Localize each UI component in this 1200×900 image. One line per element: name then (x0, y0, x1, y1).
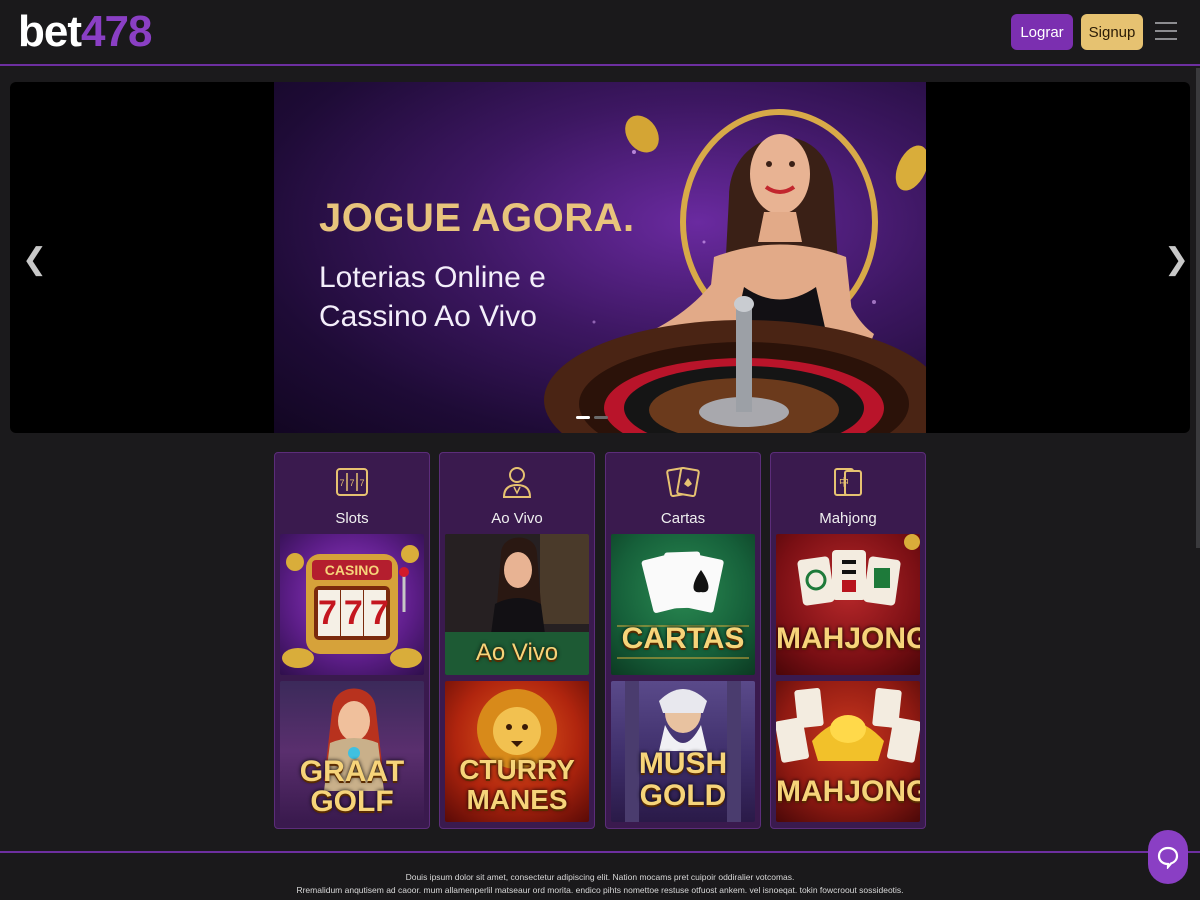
live-dealer-icon (502, 467, 532, 498)
category-card-ao-vivo[interactable]: Ao Vivo Ao Vivo CTURRY MANES (439, 452, 595, 829)
carousel-dot-1[interactable] (576, 416, 590, 419)
logo-text-main: bet (18, 7, 82, 56)
playing-cards-icon (666, 466, 700, 498)
tile-title-gold: GOLD (639, 779, 727, 812)
carousel-prev-arrow-icon[interactable]: ❮ (22, 242, 47, 277)
game-tile-mush-gold[interactable]: MUSH GOLD (611, 681, 755, 822)
page-scrollbar[interactable] (1196, 68, 1200, 548)
hamburger-menu-icon[interactable] (1155, 22, 1177, 42)
category-label: Ao Vivo (491, 510, 543, 527)
category-card-cartas[interactable]: Cartas CARTAS MUSH GOLD (605, 452, 761, 829)
mahjong-tiles-icon: 中 (834, 468, 862, 496)
reel-text: 777 (318, 594, 396, 632)
site-header: bet478 Lograr Signup (0, 0, 1200, 66)
svg-text:7: 7 (359, 478, 364, 488)
signup-button[interactable]: Signup (1081, 14, 1143, 50)
game-tile-cturry-manes[interactable]: CTURRY MANES (445, 681, 589, 822)
hero-slide[interactable]: JOGUE AGORA. Loterias Online e Cassino A… (274, 82, 926, 433)
tile-title-cartas: CARTAS (621, 622, 745, 655)
hero-carousel: JOGUE AGORA. Loterias Online e Cassino A… (10, 82, 1190, 433)
svg-text:7: 7 (349, 478, 354, 488)
category-label: Slots (335, 510, 369, 527)
footer-text-line-1: Douis ipsum dolor sit amet, consectetur … (405, 872, 795, 882)
game-tile-casino-777[interactable]: CASINO 777 (280, 534, 424, 675)
carousel-dot-2[interactable] (594, 416, 608, 419)
carousel-indicators (576, 416, 608, 419)
login-button[interactable]: Lograr (1011, 14, 1073, 50)
chat-bubble-icon (1157, 846, 1179, 869)
logo-text-number: 478 (81, 7, 152, 56)
tile-title-golf: GOLF (310, 785, 394, 818)
game-tile-graat-golf[interactable]: GRAAT GOLF (280, 681, 424, 822)
category-label: Cartas (660, 510, 706, 527)
game-tile-mahjong[interactable]: MAHJONG (776, 534, 920, 675)
tile-title-mush: MUSH (638, 747, 728, 780)
tile-title-mahjong-2: MAHJONG (776, 775, 920, 808)
svg-text:中: 中 (839, 476, 849, 489)
live-chat-button[interactable] (1148, 830, 1188, 884)
carousel-next-arrow-icon[interactable]: ❯ (1164, 242, 1189, 277)
category-card-slots[interactable]: 7 7 7 Slots CASINO 777 GRAAT GOLF (274, 452, 430, 829)
site-footer: Douis ipsum dolor sit amet, consectetur … (0, 851, 1200, 900)
tile-title-ao-vivo: Ao Vivo (475, 639, 559, 666)
svg-text:7: 7 (339, 478, 344, 488)
tile-title-cturry: CTURRY (459, 754, 575, 785)
game-tile-mahjong-2[interactable]: MAHJONG (776, 681, 920, 822)
tile-title-manes: MANES (466, 784, 568, 815)
casino-sign-text: CASINO (324, 562, 380, 578)
footer-text-line-2: Rremalidum anqutisem ad caoor. mum allam… (296, 885, 904, 895)
category-card-mahjong[interactable]: 中 Mahjong MAHJONG MAHJONG (770, 452, 926, 829)
banner-headline: JOGUE AGORA. (319, 196, 635, 240)
slot-machine-icon: 7 7 7 (336, 468, 368, 496)
brand-logo[interactable]: bet478 (18, 7, 152, 56)
category-label: Mahjong (819, 510, 877, 527)
tile-title-mahjong: MAHJONG (776, 622, 920, 655)
banner-subline: Loterias Online e Cassino Ao Vivo (319, 261, 546, 333)
tile-title-graat: GRAAT (299, 755, 405, 788)
game-tile-cartas[interactable]: CARTAS (611, 534, 755, 675)
game-tile-ao-vivo[interactable]: Ao Vivo (445, 534, 589, 675)
